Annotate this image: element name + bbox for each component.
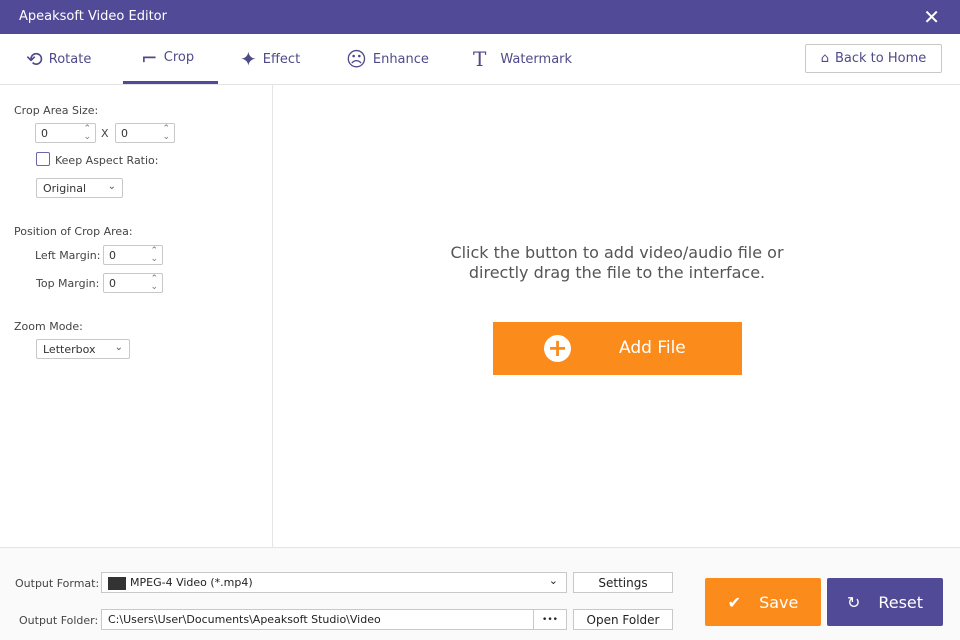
plus-icon: + <box>544 335 571 362</box>
save-button[interactable]: ✔ Save <box>705 578 821 626</box>
left-margin-value: 0 <box>109 249 116 262</box>
output-folder-input[interactable]: C:\Users\User\Documents\Apeaksoft Studio… <box>101 609 534 630</box>
message-line-2: directly drag the file to the interface. <box>468 263 766 282</box>
crop-width-value: 0 <box>41 127 48 140</box>
settings-button[interactable]: Settings <box>573 572 673 593</box>
left-margin-label: Left Margin: <box>35 249 101 262</box>
spinner-icon[interactable]: ⌃ ⌄ <box>83 125 91 142</box>
crop-height-input[interactable]: 0 ⌃ ⌄ <box>115 123 175 143</box>
drop-zone-message: Click the button to add video/audio file… <box>274 243 960 283</box>
tab-crop[interactable]: ⌐ Crop <box>123 34 218 84</box>
save-label: Save <box>759 592 799 612</box>
tab-label: Enhance <box>372 51 429 67</box>
back-home-label: Back to Home <box>834 51 927 66</box>
tab-label: Watermark <box>500 51 573 67</box>
browse-button[interactable]: ••• <box>533 609 567 630</box>
spinner-icon[interactable]: ⌃ ⌄ <box>150 247 158 264</box>
reset-icon: ↻ <box>846 592 861 612</box>
crop-size-label: Crop Area Size: <box>14 104 99 117</box>
tab-watermark[interactable]: T Watermark <box>473 34 572 84</box>
tab-label: Rotate <box>48 51 92 67</box>
tab-label: Crop <box>163 50 195 65</box>
close-icon[interactable]: ✕ <box>923 5 940 29</box>
position-label: Position of Crop Area: <box>14 225 133 238</box>
add-file-label: Add File <box>619 338 686 358</box>
zoom-value: Letterbox <box>43 343 96 356</box>
spinner-icon[interactable]: ⌃ ⌄ <box>162 125 170 142</box>
chevron-down-icon: ⌄ <box>114 342 123 353</box>
times-label: X <box>101 127 109 140</box>
toolbar: ⟲ Rotate ⌐ Crop ✦ Effect ☹ Enhance T Watermar… <box>0 34 960 85</box>
mpeg-icon <box>108 576 126 590</box>
title-bar: Apeaksoft Video Editor ✕ <box>0 0 960 34</box>
top-margin-value: 0 <box>109 277 116 290</box>
rotate-icon: ⟲ <box>26 47 43 71</box>
top-margin-input[interactable]: 0 ⌃ ⌄ <box>103 273 163 293</box>
tab-label: Effect <box>262 51 301 67</box>
format-value: MPEG-4 Video (*.mp4) <box>130 576 253 589</box>
tab-rotate[interactable]: ⟲ Rotate <box>26 34 91 84</box>
keep-aspect-checkbox[interactable] <box>36 152 50 166</box>
chevron-down-icon: ⌄ <box>548 574 558 587</box>
spinner-icon[interactable]: ⌃ ⌄ <box>150 275 158 292</box>
keep-aspect-label: Keep Aspect Ratio: <box>55 154 159 167</box>
left-margin-input[interactable]: 0 ⌃ ⌄ <box>103 245 163 265</box>
zoom-mode-label: Zoom Mode: <box>14 320 83 333</box>
chevron-down-icon: ⌄ <box>107 181 116 192</box>
output-folder-label: Output Folder: <box>19 614 99 627</box>
reset-button[interactable]: ↻ Reset <box>827 578 943 626</box>
sparkle-icon: ✦ <box>240 47 257 71</box>
top-margin-label: Top Margin: <box>36 277 100 290</box>
palette-icon: ☹ <box>346 47 367 71</box>
crop-icon: ⌐ <box>141 45 158 70</box>
output-format-select[interactable]: MPEG-4 Video (*.mp4) ⌄ <box>101 572 567 593</box>
aspect-ratio-select[interactable]: Original ⌄ <box>36 178 123 198</box>
text-icon: T <box>473 47 487 71</box>
message-line-1: Click the button to add video/audio file… <box>450 243 784 262</box>
tab-enhance[interactable]: ☹ Enhance <box>346 34 429 84</box>
window-title: Apeaksoft Video Editor <box>19 9 167 24</box>
aspect-value: Original <box>43 182 87 195</box>
crop-height-value: 0 <box>121 127 128 140</box>
output-format-label: Output Format: <box>15 577 100 590</box>
check-circle-icon: ✔ <box>727 592 742 612</box>
add-file-button[interactable]: + Add File <box>493 322 742 375</box>
reset-label: Reset <box>878 592 924 612</box>
zoom-mode-select[interactable]: Letterbox ⌄ <box>36 339 130 359</box>
home-icon: ⌂ <box>820 51 829 66</box>
tab-effect[interactable]: ✦ Effect <box>240 34 300 84</box>
back-to-home-button[interactable]: ⌂ Back to Home <box>805 44 942 73</box>
open-folder-button[interactable]: Open Folder <box>573 609 673 630</box>
crop-width-input[interactable]: 0 ⌃ ⌄ <box>35 123 96 143</box>
